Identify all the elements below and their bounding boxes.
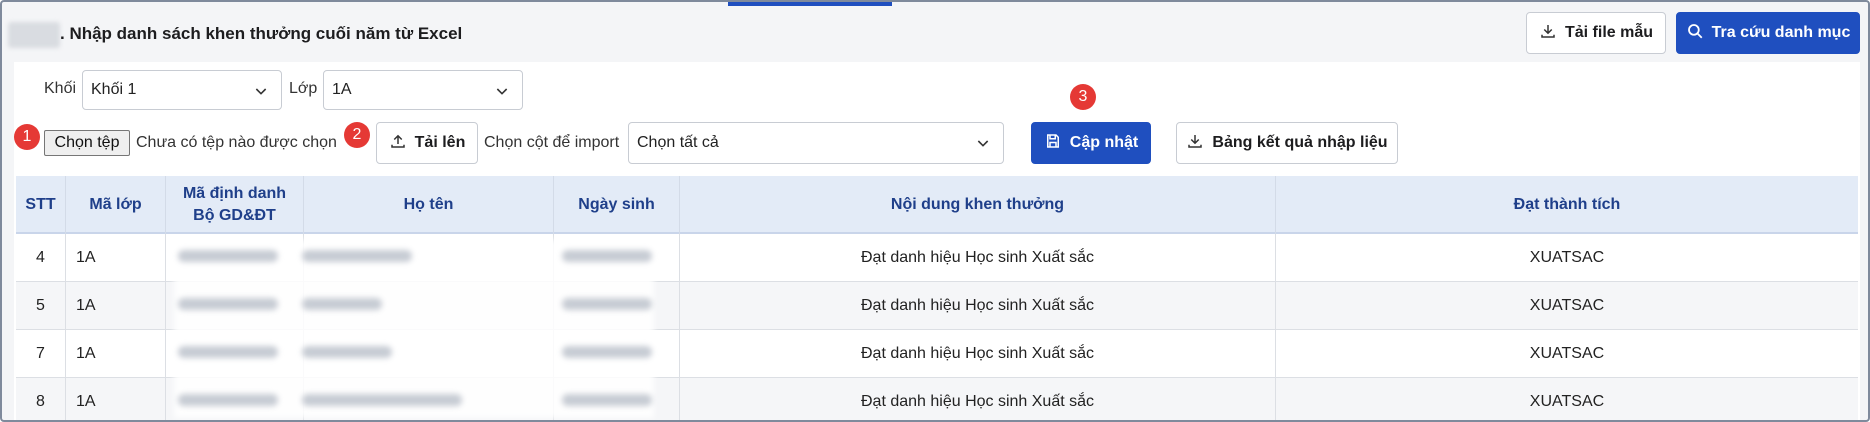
lop-value: 1A [332,81,352,98]
table-header: STT Mã lớp Mã định danh Bộ GD&ĐT Họ tên … [16,176,1858,234]
redacted-text [562,298,652,310]
update-button[interactable]: Cập nhật [1031,122,1151,164]
update-label: Cập nhật [1069,134,1139,151]
cell-noi-dung: Đạt danh hiệu Học sinh Xuất sắc [680,378,1276,420]
column-header-ma-lop: Mã lớp [66,176,166,234]
redacted-text [302,346,392,358]
redacted-personal-data [174,240,654,418]
cell-stt: 4 [16,234,66,282]
column-header-dat-thanh-tich: Đạt thành tích [1513,196,1621,213]
cell-stt: 8 [16,378,66,420]
redacted-text [178,298,278,310]
download-template-label: Tải file mẫu [1564,24,1654,41]
file-status: Chưa có tệp nào được chọn [136,134,337,151]
cell-stt: 7 [16,330,66,378]
choose-columns-label: Chọn cột để import [484,134,620,151]
redacted-text [562,346,652,358]
choose-file-button[interactable]: Chọn tệp [44,130,130,156]
cell-noi-dung: Đạt danh hiệu Học sinh Xuất sắc [680,234,1276,282]
column-header-ngay-sinh: Ngày sinh [554,176,680,234]
column-header-ma-dinh-danh: Mã định danh Bộ GD&ĐT [166,176,304,234]
column-header-ma-dinh-danh-line2: Bộ GD&ĐT [193,207,276,224]
cell-ma-lop: 1A [66,378,166,420]
upload-button[interactable]: Tải lên [376,122,478,164]
redacted-text [302,394,462,406]
lop-label: Lớp [289,80,318,97]
lop-select[interactable]: 1A [323,70,523,110]
redacted-text [562,250,652,262]
column-header-stt: STT [16,176,66,234]
search-icon [1686,22,1704,45]
cell-dat-thanh-tich: XUATSAC [1529,393,1605,410]
column-header-noi-dung: Nội dung khen thưởng [680,176,1276,234]
results-table-button[interactable]: Bảng kết quả nhập liệu [1176,122,1398,164]
cell-stt: 5 [16,282,66,330]
step-badge-3: 3 [1070,84,1096,110]
chevron-down-icon [494,83,510,104]
chevron-down-icon [975,135,991,156]
redacted-text [178,346,278,358]
lookup-category-label: Tra cứu danh mục [1711,24,1851,41]
redacted-text [302,250,412,262]
download-icon [1539,22,1557,45]
results-table-label: Bảng kết quả nhập liệu [1212,134,1388,151]
step-badge-1: 1 [14,124,40,150]
save-icon [1044,132,1062,155]
redacted-text [178,394,278,406]
cell-noi-dung: Đạt danh hiệu Học sinh Xuất sắc [680,282,1276,330]
download-icon [1186,132,1204,155]
download-template-button[interactable]: Tải file mẫu [1526,12,1666,54]
cell-noi-dung: Đạt danh hiệu Học sinh Xuất sắc [680,330,1276,378]
choose-columns-select[interactable]: Chọn tất cả [628,122,1004,164]
redacted-breadcrumb [8,22,60,48]
chevron-down-icon [253,83,269,104]
upload-icon [389,132,407,155]
cell-dat-thanh-tich: XUATSAC [1529,297,1605,314]
upload-label: Tải lên [414,134,466,151]
lookup-category-button[interactable]: Tra cứu danh mục [1676,12,1860,54]
redacted-text [302,298,382,310]
step-badge-2: 2 [344,122,370,148]
choose-columns-value: Chọn tất cả [637,134,719,151]
cell-ma-lop: 1A [66,282,166,330]
app-frame: . Nhập danh sách khen thưởng cuối năm từ… [0,0,1870,422]
column-header-ho-ten: Họ tên [304,176,554,234]
redacted-text [178,250,278,262]
khoi-select[interactable]: Khối 1 [82,70,282,110]
redacted-text [562,394,652,406]
cell-dat-thanh-tich: XUATSAC [1529,249,1605,266]
khoi-label: Khối [44,80,77,97]
cell-dat-thanh-tich: XUATSAC [1529,345,1605,362]
cell-ma-lop: 1A [66,234,166,282]
column-header-ma-dinh-danh-line1: Mã định danh [182,185,287,202]
page-title: . Nhập danh sách khen thưởng cuối năm từ… [60,24,463,43]
khoi-value: Khối 1 [91,81,137,98]
cell-ma-lop: 1A [66,330,166,378]
